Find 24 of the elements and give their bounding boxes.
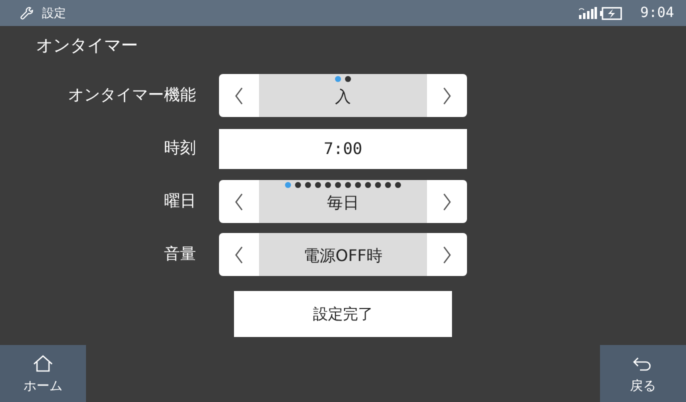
chevron-right-icon — [442, 192, 452, 210]
home-button[interactable]: ホーム — [0, 345, 86, 402]
chevron-right-icon — [442, 246, 452, 264]
back-button[interactable]: 戻る — [600, 345, 686, 402]
spinner-value: 入 — [259, 74, 427, 117]
home-icon — [32, 354, 54, 373]
screen-title: 設定 — [42, 4, 66, 22]
time-field[interactable]: 7:00 — [219, 128, 467, 168]
spinner-value: 毎日 — [259, 180, 427, 223]
chevron-left-icon — [234, 246, 244, 264]
setting-label: 曜日 — [164, 191, 196, 212]
chevron-right-icon — [442, 86, 452, 104]
done-button[interactable]: 設定完了 — [234, 291, 452, 337]
setting-label: 音量 — [164, 244, 196, 265]
chevron-left-icon — [234, 86, 244, 104]
spinner-value: 電源OFF時 — [259, 233, 427, 276]
chevron-left-icon — [234, 192, 244, 210]
page-heading: オンタイマー — [36, 35, 139, 58]
clock-time: 9:04 — [640, 5, 674, 21]
charging-battery-icon — [600, 6, 622, 20]
signal-icon — [579, 7, 598, 19]
setting-label: 時刻 — [164, 138, 196, 159]
setting-label: オンタイマー機能 — [68, 85, 196, 106]
wrench-icon — [20, 6, 34, 20]
